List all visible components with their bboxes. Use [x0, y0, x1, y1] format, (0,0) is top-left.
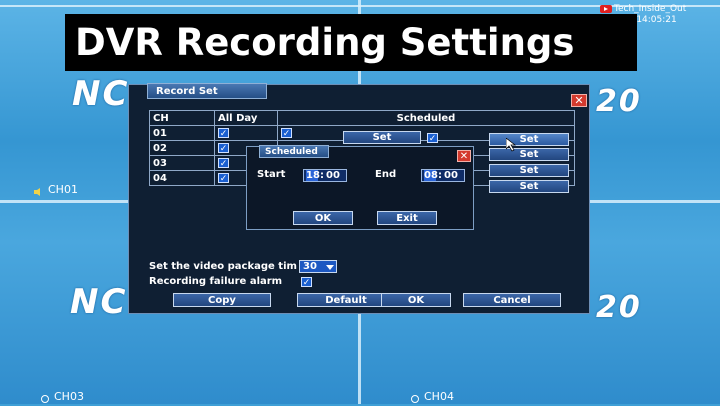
- channel-label-ch03: CH03: [40, 390, 84, 403]
- cancel-button[interactable]: Cancel: [463, 293, 561, 307]
- all-day-checkbox[interactable]: ✓: [218, 142, 229, 154]
- package-time-label: Set the video package tim: [149, 261, 297, 272]
- scheduled-dialog-title: Scheduled: [259, 145, 329, 158]
- brand-logo-top-left: NC: [72, 74, 130, 114]
- recording-alarm-checkbox[interactable]: ✓: [301, 277, 312, 288]
- scheduled-ok-button[interactable]: OK: [293, 211, 353, 225]
- header-scheduled: Scheduled: [277, 110, 575, 126]
- banner-title: DVR Recording Settings: [75, 21, 575, 64]
- all-day-cell: ✓: [214, 125, 278, 141]
- end-minute[interactable]: 00: [444, 170, 458, 181]
- row-02-schedule-set-button[interactable]: Set: [489, 148, 569, 161]
- recording-alarm-label: Recording failure alarm: [149, 276, 283, 287]
- speaker-icon: [34, 186, 44, 196]
- header-ch: CH: [149, 110, 215, 126]
- row-01-schedule-set-button[interactable]: Set: [489, 133, 569, 146]
- scheduled-checkbox[interactable]: ✓: [281, 127, 292, 139]
- close-icon[interactable]: ✕: [571, 94, 587, 107]
- close-icon[interactable]: ✕: [457, 150, 471, 162]
- end-label: End: [375, 169, 397, 180]
- watermark-channel: Tech_Inside_Out: [614, 4, 687, 14]
- start-time-input[interactable]: 18 : 00: [303, 169, 347, 182]
- brand-logo-bottom-right: 20: [596, 290, 642, 325]
- scheduled-dialog-title-text: Scheduled: [265, 146, 318, 157]
- channel-name: CH01: [48, 183, 78, 196]
- row-ch: 03: [149, 155, 215, 171]
- end-hour[interactable]: 08: [424, 170, 438, 181]
- channel-name: CH04: [424, 390, 454, 403]
- end-time-input[interactable]: 08 : 00: [421, 169, 465, 182]
- dialog-title-text: Record Set: [156, 85, 218, 97]
- package-time-value: 30: [303, 261, 317, 272]
- row-ch: 04: [149, 170, 215, 186]
- youtube-icon: [600, 4, 612, 13]
- row-ch: 01: [149, 125, 215, 141]
- header-all-day: All Day: [214, 110, 278, 126]
- ok-button[interactable]: OK: [381, 293, 451, 307]
- start-hour[interactable]: 18: [306, 170, 320, 181]
- channel-label-ch01: CH01: [34, 183, 78, 196]
- time-separator: :: [438, 170, 442, 181]
- package-time-select[interactable]: 30: [299, 260, 337, 273]
- row-01-extra-checkbox[interactable]: ✓: [427, 133, 438, 144]
- time-separator: :: [320, 170, 324, 181]
- row-04-schedule-set-button[interactable]: Set: [489, 180, 569, 193]
- all-day-checkbox[interactable]: ✓: [218, 172, 229, 184]
- chevron-down-icon: [326, 265, 334, 270]
- channel-name: CH03: [54, 390, 84, 403]
- channel-label-ch04: CH04: [410, 390, 454, 403]
- scheduled-exit-button[interactable]: Exit: [377, 211, 437, 225]
- start-minute[interactable]: 00: [326, 170, 340, 181]
- brand-logo-bottom-left: NC: [70, 282, 128, 322]
- row-03-schedule-set-button[interactable]: Set: [489, 164, 569, 177]
- start-label: Start: [257, 169, 286, 180]
- copy-button[interactable]: Copy: [173, 293, 271, 307]
- video-title-banner: DVR Recording Settings: [65, 14, 637, 71]
- mouse-cursor-icon: [506, 138, 517, 152]
- row-ch: 02: [149, 140, 215, 156]
- scheduled-dialog: Scheduled ✕ Start 18 : 00 End 08 : 00 OK…: [246, 145, 474, 230]
- brand-logo-top-right: 20: [596, 84, 642, 119]
- all-day-checkbox[interactable]: ✓: [218, 127, 229, 139]
- table-header-row: CH All Day Scheduled: [149, 110, 575, 126]
- row-01-set-button[interactable]: Set: [343, 131, 421, 144]
- dialog-title: Record Set: [147, 83, 267, 99]
- all-day-checkbox[interactable]: ✓: [218, 157, 229, 169]
- camera-icon: [410, 393, 420, 403]
- camera-icon: [40, 393, 50, 403]
